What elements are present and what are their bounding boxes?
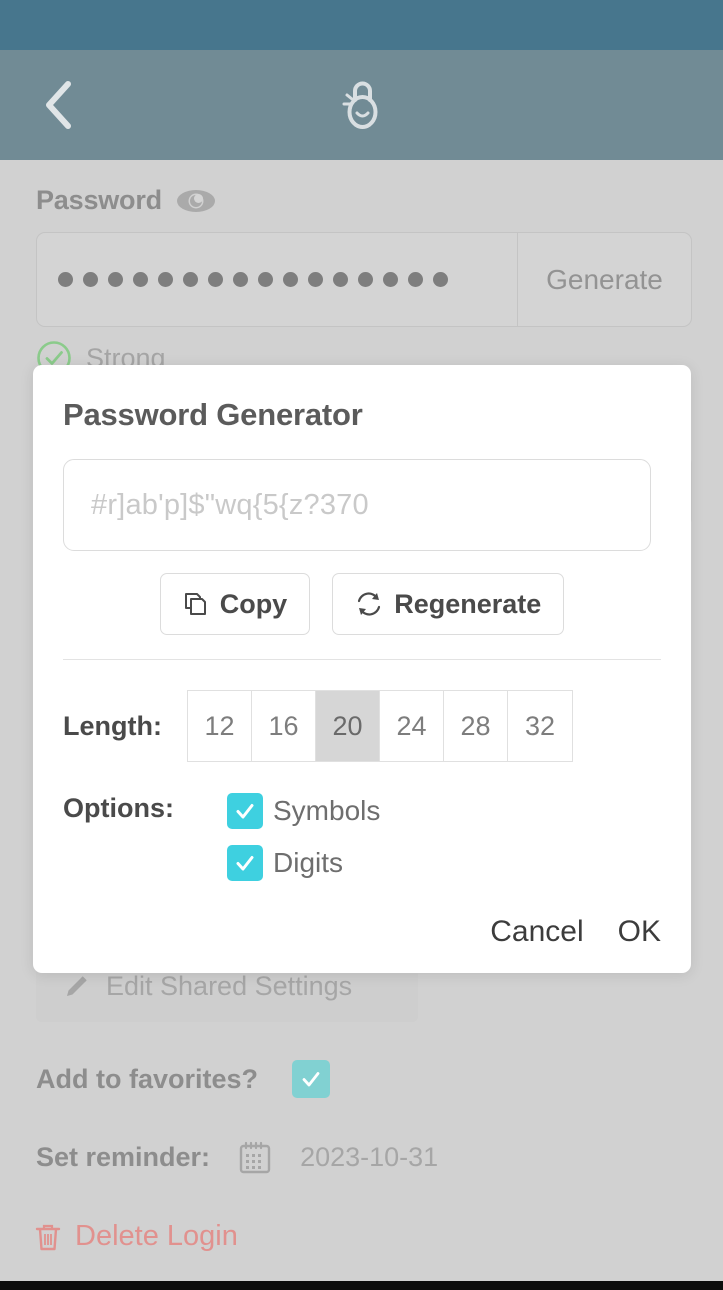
digits-checkbox[interactable] — [227, 845, 263, 881]
status-bar — [0, 0, 723, 50]
favorites-label: Add to favorites? — [36, 1063, 259, 1094]
mask-dot — [433, 272, 448, 287]
copy-icon — [184, 593, 206, 615]
option-symbols[interactable]: Symbols — [227, 793, 380, 829]
length-segmented-control: 12 16 20 24 28 32 — [187, 690, 573, 762]
mask-dot — [183, 272, 198, 287]
mask-dot — [233, 272, 248, 287]
mask-dot — [58, 272, 73, 287]
copy-label: Copy — [219, 588, 288, 619]
symbols-checkbox[interactable] — [227, 793, 263, 829]
length-option-16[interactable]: 16 — [252, 691, 316, 761]
app-root: Password Generate Strong Edit Shared Set… — [0, 0, 723, 1290]
password-generator-dialog: Password Generator #r]ab'p]$"wq{5{z?370 … — [33, 365, 691, 973]
password-label-row: Password — [36, 185, 216, 216]
mask-dot — [83, 272, 98, 287]
calendar-icon[interactable] — [236, 1138, 274, 1176]
dialog-divider — [63, 659, 661, 660]
mask-dot — [258, 272, 273, 287]
ok-button[interactable]: OK — [618, 915, 661, 949]
regenerate-button[interactable]: Regenerate — [332, 573, 565, 635]
generated-password-input[interactable]: #r]ab'p]$"wq{5{z?370 — [63, 459, 651, 551]
mask-dot — [133, 272, 148, 287]
reminder-row: Set reminder: 2023-10-31 — [36, 1138, 438, 1176]
page-title: Password — [36, 185, 162, 215]
options-label: Options: — [63, 793, 174, 823]
reminder-date-value[interactable]: 2023-10-31 — [300, 1142, 438, 1173]
symbols-label: Symbols — [273, 795, 381, 826]
trash-icon — [35, 1224, 61, 1250]
delete-login-label: Delete Login — [75, 1220, 238, 1252]
padlock-smiley-icon — [342, 81, 377, 129]
reminder-label: Set reminder: — [36, 1141, 211, 1172]
app-logo — [330, 73, 394, 137]
digits-label: Digits — [273, 847, 344, 878]
dialog-footer: Cancel OK — [490, 915, 661, 949]
length-option-32[interactable]: 32 — [508, 691, 572, 761]
dialog-action-row: Copy Regenerate — [33, 573, 691, 635]
regenerate-label: Regenerate — [394, 588, 542, 619]
mask-dot — [208, 272, 223, 287]
length-label: Length: — [63, 710, 162, 741]
password-input-group[interactable]: Generate — [36, 232, 692, 327]
mask-dot — [333, 272, 348, 287]
device-navigation-bar — [0, 1281, 723, 1290]
length-option-12[interactable]: 12 — [188, 691, 252, 761]
mask-dot — [108, 272, 123, 287]
refresh-icon — [358, 592, 381, 616]
option-digits[interactable]: Digits — [227, 845, 380, 881]
check-icon — [302, 1072, 320, 1087]
mask-dot — [308, 272, 323, 287]
mask-dot — [358, 272, 373, 287]
eye-icon[interactable] — [176, 187, 216, 215]
mask-dot — [283, 272, 298, 287]
length-row: Length: 12 16 20 24 28 32 — [63, 690, 573, 762]
delete-login-button[interactable]: Delete Login — [33, 1220, 238, 1253]
generated-password-value: #r]ab'p]$"wq{5{z?370 — [91, 488, 369, 521]
mask-dot — [158, 272, 173, 287]
back-button[interactable] — [34, 80, 84, 130]
mask-dot — [408, 272, 423, 287]
favorites-row: Add to favorites? — [36, 1060, 331, 1098]
chevron-left-icon — [46, 81, 71, 129]
pencil-icon — [67, 976, 87, 996]
check-icon — [236, 856, 254, 871]
copy-button[interactable]: Copy — [159, 573, 311, 635]
length-option-24[interactable]: 24 — [380, 691, 444, 761]
generate-button[interactable]: Generate — [517, 233, 691, 326]
length-option-20[interactable]: 20 — [316, 691, 380, 761]
edit-shared-settings-label: Edit Shared Settings — [106, 970, 353, 1001]
favorites-checkbox[interactable] — [292, 1060, 331, 1098]
mask-dot — [383, 272, 398, 287]
app-bar — [0, 50, 723, 160]
cancel-button[interactable]: Cancel — [490, 915, 583, 949]
dialog-title: Password Generator — [63, 397, 363, 432]
password-input[interactable] — [37, 233, 517, 326]
check-icon — [236, 804, 254, 819]
options-row: Options: Symbols Digits — [63, 793, 380, 881]
length-option-28[interactable]: 28 — [444, 691, 508, 761]
options-list: Symbols Digits — [227, 793, 380, 881]
